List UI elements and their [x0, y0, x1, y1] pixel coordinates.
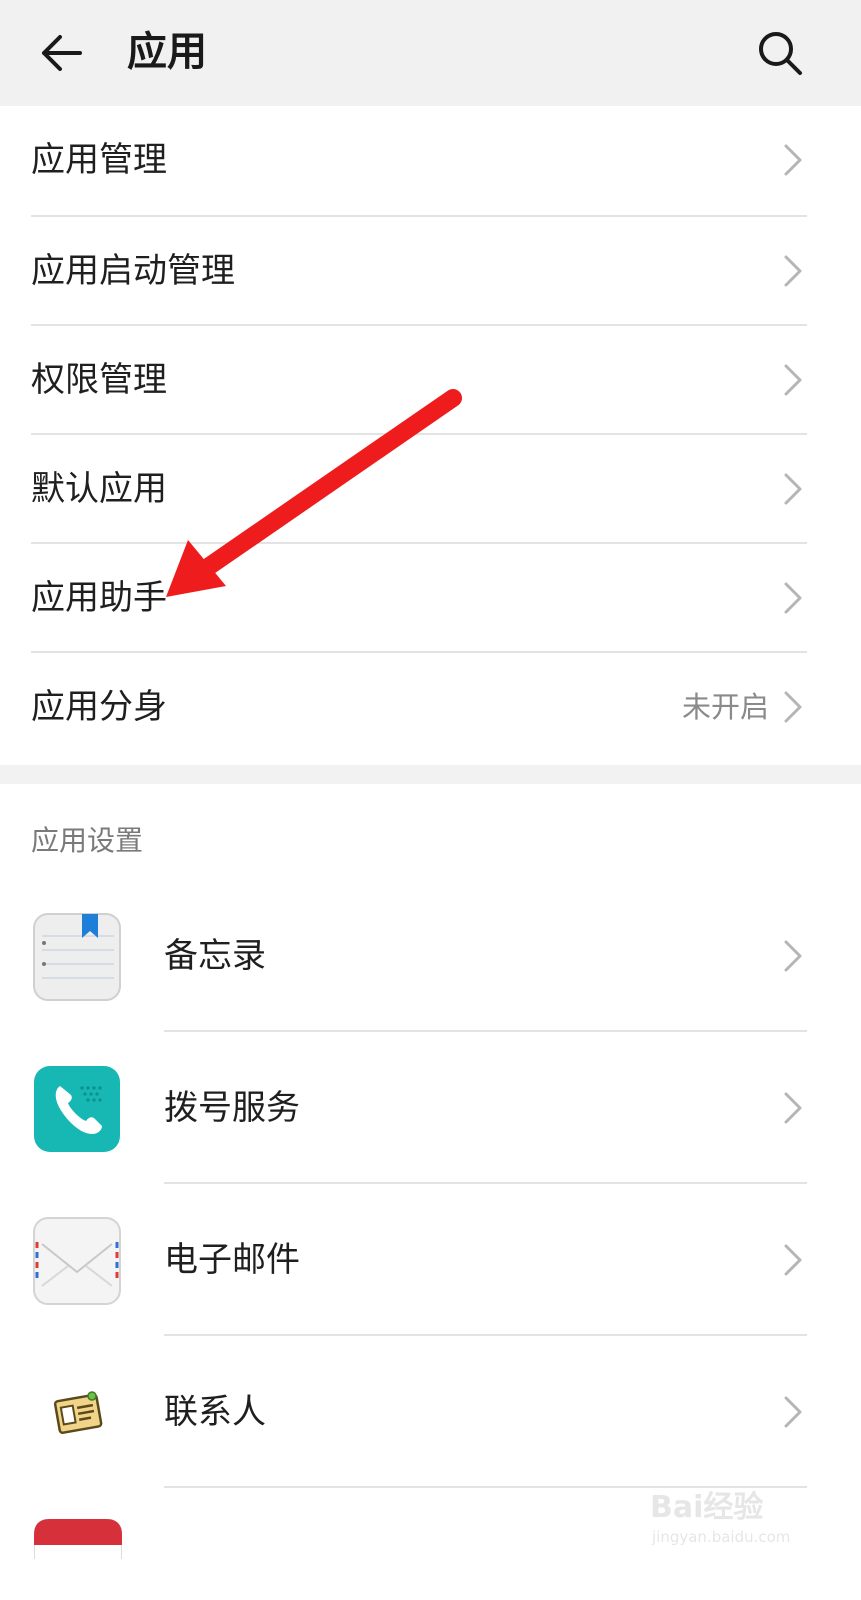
email-app-icon	[32, 1216, 122, 1306]
chevron-right-icon	[784, 582, 802, 614]
chevron-right-icon	[784, 255, 802, 287]
section-title: 应用设置	[31, 824, 144, 857]
menu-item-label: 应用助手	[31, 578, 167, 618]
chevron-right-icon	[784, 144, 802, 176]
menu-item-status: 未开启	[681, 690, 769, 724]
menu-item-label: 应用管理	[31, 140, 167, 180]
menu-item-app-management[interactable]: 应用管理	[0, 106, 861, 215]
menu-item-label: 权限管理	[31, 360, 167, 400]
app-item-contacts[interactable]: 联系人	[0, 1336, 861, 1488]
menu-item-app-startup[interactable]: 应用启动管理	[0, 217, 861, 326]
app-item-email[interactable]: 电子邮件	[0, 1184, 861, 1336]
page-title: 应用	[127, 29, 207, 75]
contacts-app-icon	[32, 1368, 122, 1458]
top-app-bar: 应用	[0, 0, 861, 106]
search-button[interactable]	[745, 18, 815, 88]
app-item-label: 联系人	[164, 1392, 266, 1432]
chevron-right-icon	[784, 364, 802, 396]
app-item-label: 拨号服务	[164, 1088, 300, 1128]
phone-app-icon	[32, 1064, 122, 1154]
chevron-right-icon	[784, 1092, 802, 1124]
menu-item-label: 默认应用	[31, 469, 167, 509]
search-icon	[759, 32, 802, 75]
calendar-app-icon[interactable]	[34, 1519, 122, 1559]
watermark-url: jingyan.baidu.com	[652, 1528, 791, 1546]
watermark: Bai经验 jingyan.baidu.com	[650, 1482, 840, 1557]
chevron-right-icon	[784, 473, 802, 505]
app-item-label: 备忘录	[164, 936, 266, 976]
chevron-right-icon	[784, 1396, 802, 1428]
app-item-label: 电子邮件	[164, 1240, 300, 1280]
back-button[interactable]	[26, 18, 96, 88]
menu-item-label: 应用分身	[31, 687, 167, 727]
notes-app-icon	[32, 912, 122, 1002]
menu-item-app-assistant[interactable]: 应用助手	[0, 544, 861, 653]
arrow-left-icon	[42, 35, 82, 71]
watermark-text: Bai经验	[650, 1490, 764, 1525]
menu-item-permissions[interactable]: 权限管理	[0, 326, 861, 435]
menu-item-app-twin[interactable]: 应用分身 未开启	[0, 653, 861, 762]
app-item-notes[interactable]: 备忘录	[0, 880, 861, 1032]
app-item-dialer[interactable]: 拨号服务	[0, 1032, 861, 1184]
app-settings-card: 应用设置 备忘录 拨号服务 电子邮件 联系人	[0, 784, 861, 1600]
chevron-right-icon	[784, 1244, 802, 1276]
menu-item-default-apps[interactable]: 默认应用	[0, 435, 861, 544]
settings-menu-card: 应用管理 应用启动管理 权限管理 默认应用 应用助手 应用分身 未开启	[0, 106, 861, 765]
chevron-right-icon	[784, 940, 802, 972]
menu-item-label: 应用启动管理	[31, 251, 235, 291]
chevron-right-icon	[784, 691, 802, 723]
